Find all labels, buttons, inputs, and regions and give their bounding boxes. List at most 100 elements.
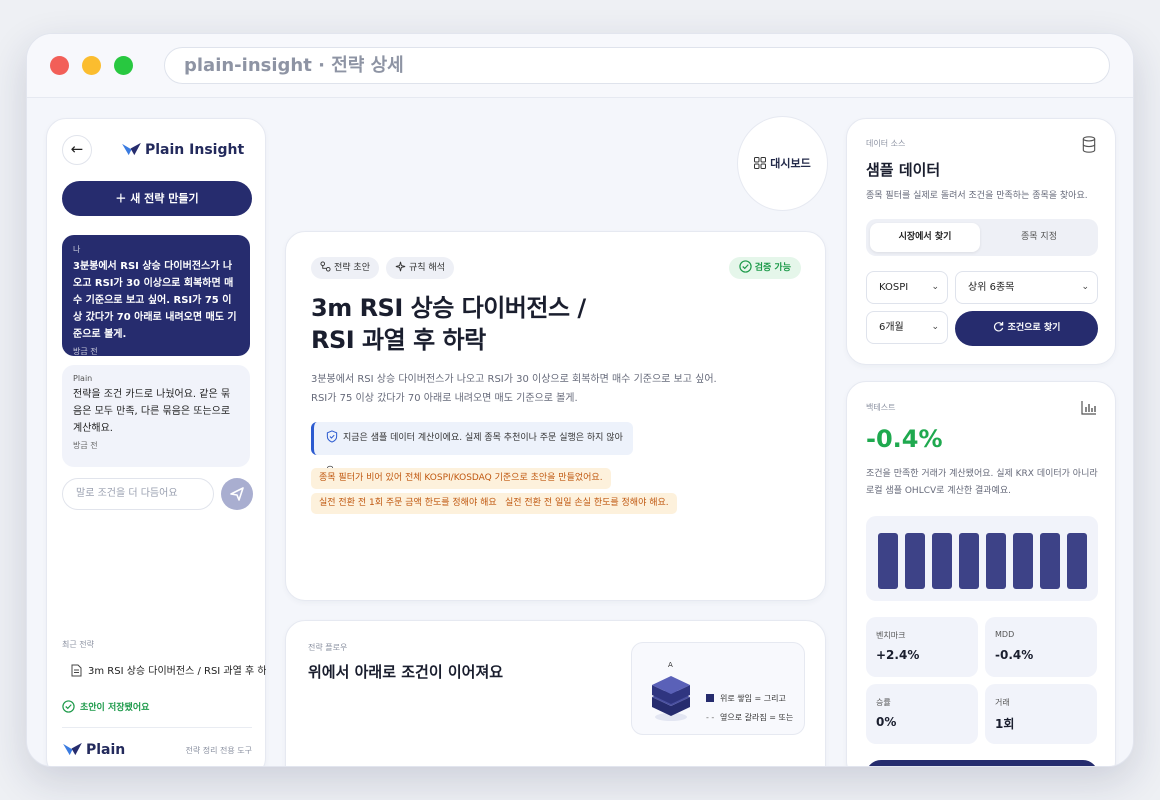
backtest-return: -0.4% xyxy=(866,425,943,453)
document-icon xyxy=(71,664,82,677)
trade-bar xyxy=(986,533,1006,589)
new-strategy-button[interactable]: ＋ 새 전략 만들기 xyxy=(62,181,252,216)
trade-bar xyxy=(1013,533,1033,589)
save-status-text: 초안이 저장됐어요 xyxy=(80,703,150,713)
maximize-window-button[interactable] xyxy=(114,56,133,75)
tab-market-search[interactable]: 시장에서 찾기 xyxy=(870,223,980,252)
chip-label: 전략 초안 xyxy=(334,263,370,273)
find-button-label: 조건으로 찾기 xyxy=(1007,323,1061,333)
sidebar-footer: Plain 전략 정리 전용 도구 xyxy=(62,727,252,758)
chevron-down-icon: ⌄ xyxy=(931,282,939,292)
footer-tagline: 전략 정리 전용 도구 xyxy=(185,746,252,755)
chip-rules[interactable]: 규칙 해석 xyxy=(386,257,454,279)
minimize-window-button[interactable] xyxy=(82,56,101,75)
trade-bar xyxy=(1040,533,1060,589)
legend-branch-text: 옆으로 갈라짐 = 또는 xyxy=(720,713,794,722)
top-n-select[interactable]: 상위 6종목 ⌄ xyxy=(955,271,1098,304)
verify-text: 검증 가능 xyxy=(754,263,791,273)
bar-chart-icon xyxy=(1081,401,1096,415)
data-source-label: 데이터 소스 xyxy=(866,139,906,148)
close-window-button[interactable] xyxy=(50,56,69,75)
title-bar: plain-insight · 전략 상세 xyxy=(27,34,1133,98)
market-select[interactable]: KOSPI ⌄ xyxy=(866,271,948,304)
flow-title: 위에서 아래로 조건이 이어져요 xyxy=(308,663,504,681)
stacked-blocks-icon xyxy=(652,676,690,721)
address-bar[interactable]: plain-insight · 전략 상세 xyxy=(164,47,1110,84)
period-value: 6개월 xyxy=(879,322,904,333)
stat-win-rate: 승률 0% xyxy=(866,684,978,744)
save-status: 초안이 저장됐어요 xyxy=(62,700,149,713)
dashboard-button[interactable]: 대시보드 xyxy=(737,116,828,211)
backtest-action-button[interactable] xyxy=(866,760,1098,766)
source-mode-toggle: 시장에서 찾기 종목 지정 xyxy=(866,219,1098,256)
chip-label: 규칙 해석 xyxy=(409,263,445,273)
database-icon xyxy=(1082,136,1096,153)
chevron-down-icon: ⌄ xyxy=(1081,282,1089,292)
dashed-line-icon: - - xyxy=(706,713,715,722)
data-source-card: 데이터 소스 샘플 데이터 종목 필터를 실제로 돌려서 조건을 만족하는 종목… xyxy=(846,118,1116,365)
sparkle-icon xyxy=(395,261,406,272)
trade-bar xyxy=(959,533,979,589)
message-text: 전략을 조건 카드로 나눴어요. 같은 묶음은 모두 만족, 다른 묶음은 또는… xyxy=(73,389,231,434)
verify-badge: 검증 가능 xyxy=(728,257,801,279)
stat-value: 1회 xyxy=(995,717,1015,731)
stat-trades: 거래 1회 xyxy=(985,684,1097,744)
stat-value: +2.4% xyxy=(876,648,920,662)
market-value: KOSPI xyxy=(879,282,909,293)
chat-input[interactable]: 말로 조건을 더 다듬어요 xyxy=(62,478,214,510)
chip-draft[interactable]: 전략 초안 xyxy=(311,257,379,279)
chevron-down-icon: ⌄ xyxy=(931,322,939,332)
stat-label: MDD xyxy=(995,630,1015,639)
data-source-desc: 종목 필터를 실제로 돌려서 조건을 만족하는 종목을 찾아요. xyxy=(866,191,1088,201)
backtest-desc: 조건을 만족한 거래가 계산됐어요. 실제 KRX 데이터가 아니라 로컬 샘플… xyxy=(866,469,1098,496)
stat-label: 승률 xyxy=(876,698,891,707)
backtest-card: 백테스트 -0.4% 조건을 만족한 거래가 계산됐어요. 실제 KRX 데이터… xyxy=(846,381,1116,766)
stat-mdd: MDD -0.4% xyxy=(985,617,1097,677)
stat-value: 0% xyxy=(876,715,897,729)
strategy-flow-card: 전략 플로우 위에서 아래로 조건이 이어져요 A 위로 쌓임 = 그리고 - … xyxy=(285,620,826,766)
send-button[interactable] xyxy=(221,478,253,510)
back-button[interactable]: ← xyxy=(62,135,92,165)
find-by-condition-button[interactable]: 조건으로 찾기 xyxy=(955,311,1098,346)
sidebar: ← Plain Insight ＋ 새 전략 만들기 나 3분봉에서 RSI 상… xyxy=(46,118,266,766)
trade-bar xyxy=(1067,533,1087,589)
message-time: 방금 전 xyxy=(73,441,98,450)
strategy-description: 3분봉에서 RSI 상승 다이버전스가 나오고 RSI가 30 이상으로 회복하… xyxy=(311,374,717,404)
top-n-value: 상위 6종목 xyxy=(968,282,1015,293)
check-circle-icon xyxy=(62,700,75,713)
legend-branch: - - 옆으로 갈라짐 = 또는 xyxy=(706,712,793,723)
trade-bar xyxy=(932,533,952,589)
brand-name: Plain Insight xyxy=(145,142,245,158)
legend-node-label: A xyxy=(668,661,673,669)
check-circle-icon xyxy=(739,260,752,273)
legend-stack-text: 위로 쌓임 = 그리고 xyxy=(720,694,786,703)
new-strategy-label: 새 전략 만들기 xyxy=(130,192,199,205)
route-icon xyxy=(320,261,331,272)
backtest-label: 백테스트 xyxy=(866,403,896,412)
trade-bar xyxy=(878,533,898,589)
assistant-message: Plain 전략을 조건 카드로 나눴어요. 같은 묶음은 모두 만족, 다른 … xyxy=(62,365,250,467)
stat-value: -0.4% xyxy=(995,648,1034,662)
recent-strategy-title: 3m RSI 상승 다이버전스 / RSI 과열 후 하락 xyxy=(88,666,266,677)
message-author: 나 xyxy=(73,245,81,254)
flow-label: 전략 플로우 xyxy=(308,643,348,652)
sample-data-notice: 지금은 샘플 데이터 계산이에요. 실제 종목 추천이나 주문 실행은 하지 않… xyxy=(311,422,633,476)
recent-strategy-item[interactable]: 3m RSI 상승 다이버전스 / RSI 과열 후 하락 xyxy=(71,662,266,677)
message-time: 방금 전 xyxy=(73,347,98,356)
message-author: Plain xyxy=(73,374,93,383)
period-select[interactable]: 6개월 ⌄ xyxy=(866,311,948,344)
legend-stack: 위로 쌓임 = 그리고 xyxy=(706,693,786,704)
warning-badge: 실전 전환 전 일일 손실 한도를 정해야 해요. xyxy=(497,493,677,514)
plus-icon: ＋ xyxy=(115,192,127,205)
refresh-icon xyxy=(993,321,1003,332)
app-window: plain-insight · 전략 상세 ← Plain Insight ＋ … xyxy=(26,33,1134,767)
plain-logo-icon xyxy=(122,142,141,156)
tab-pick-stock[interactable]: 종목 지정 xyxy=(984,223,1094,252)
warning-badge: 종목 필터가 비어 있어 전체 KOSPI/KOSDAQ 기준으로 초안을 만들… xyxy=(311,468,611,489)
trade-bars xyxy=(866,516,1098,601)
plain-logo-icon xyxy=(63,742,82,756)
data-source-title: 샘플 데이터 xyxy=(866,161,941,179)
recent-strategies-label: 최근 전략 xyxy=(62,640,94,649)
strategy-card: 전략 초안 규칙 해석 검증 가능 3m RSI 상승 다이버전스 / RSI … xyxy=(285,231,826,601)
message-text: 3분봉에서 RSI 상승 다이버전스가 나오고 RSI가 30 이상으로 회복하… xyxy=(73,261,237,340)
